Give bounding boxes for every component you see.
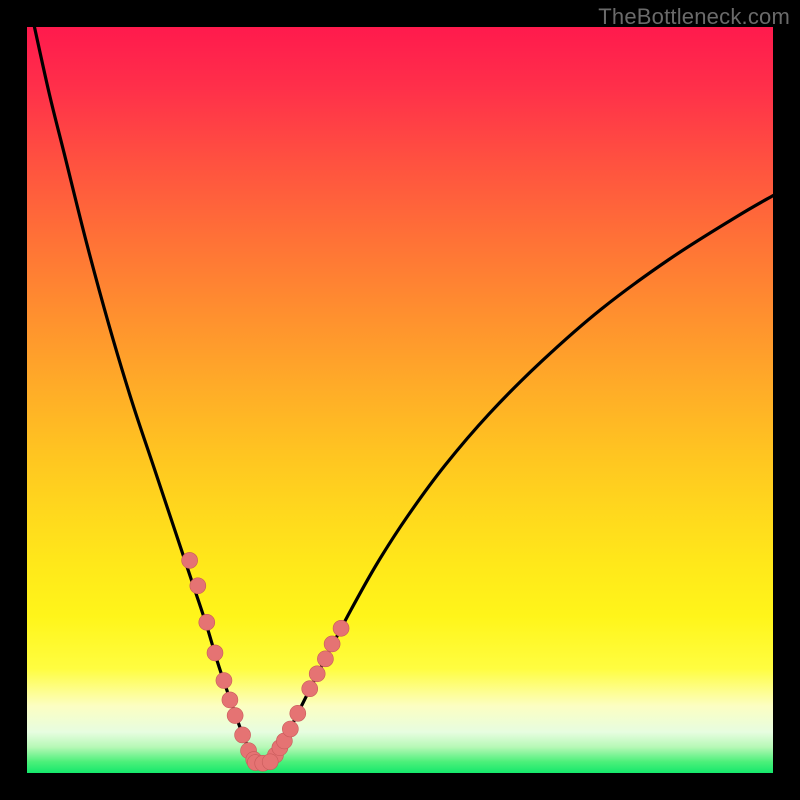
data-point xyxy=(302,681,318,697)
data-point xyxy=(290,705,306,721)
data-point xyxy=(282,721,298,737)
data-point xyxy=(199,614,215,630)
plot-area xyxy=(27,27,773,773)
data-point xyxy=(190,578,206,594)
data-point xyxy=(309,666,325,682)
data-point xyxy=(182,552,198,568)
data-points xyxy=(182,552,349,771)
data-point xyxy=(333,620,349,636)
data-point xyxy=(222,692,238,708)
data-point xyxy=(227,708,243,724)
data-point xyxy=(324,636,340,652)
chart-svg xyxy=(27,27,773,773)
data-point xyxy=(235,727,251,743)
data-point xyxy=(207,645,223,661)
bottleneck-curve xyxy=(34,27,773,764)
data-point xyxy=(262,754,278,770)
data-point xyxy=(216,673,232,689)
chart-frame: TheBottleneck.com xyxy=(0,0,800,800)
data-point xyxy=(317,651,333,667)
